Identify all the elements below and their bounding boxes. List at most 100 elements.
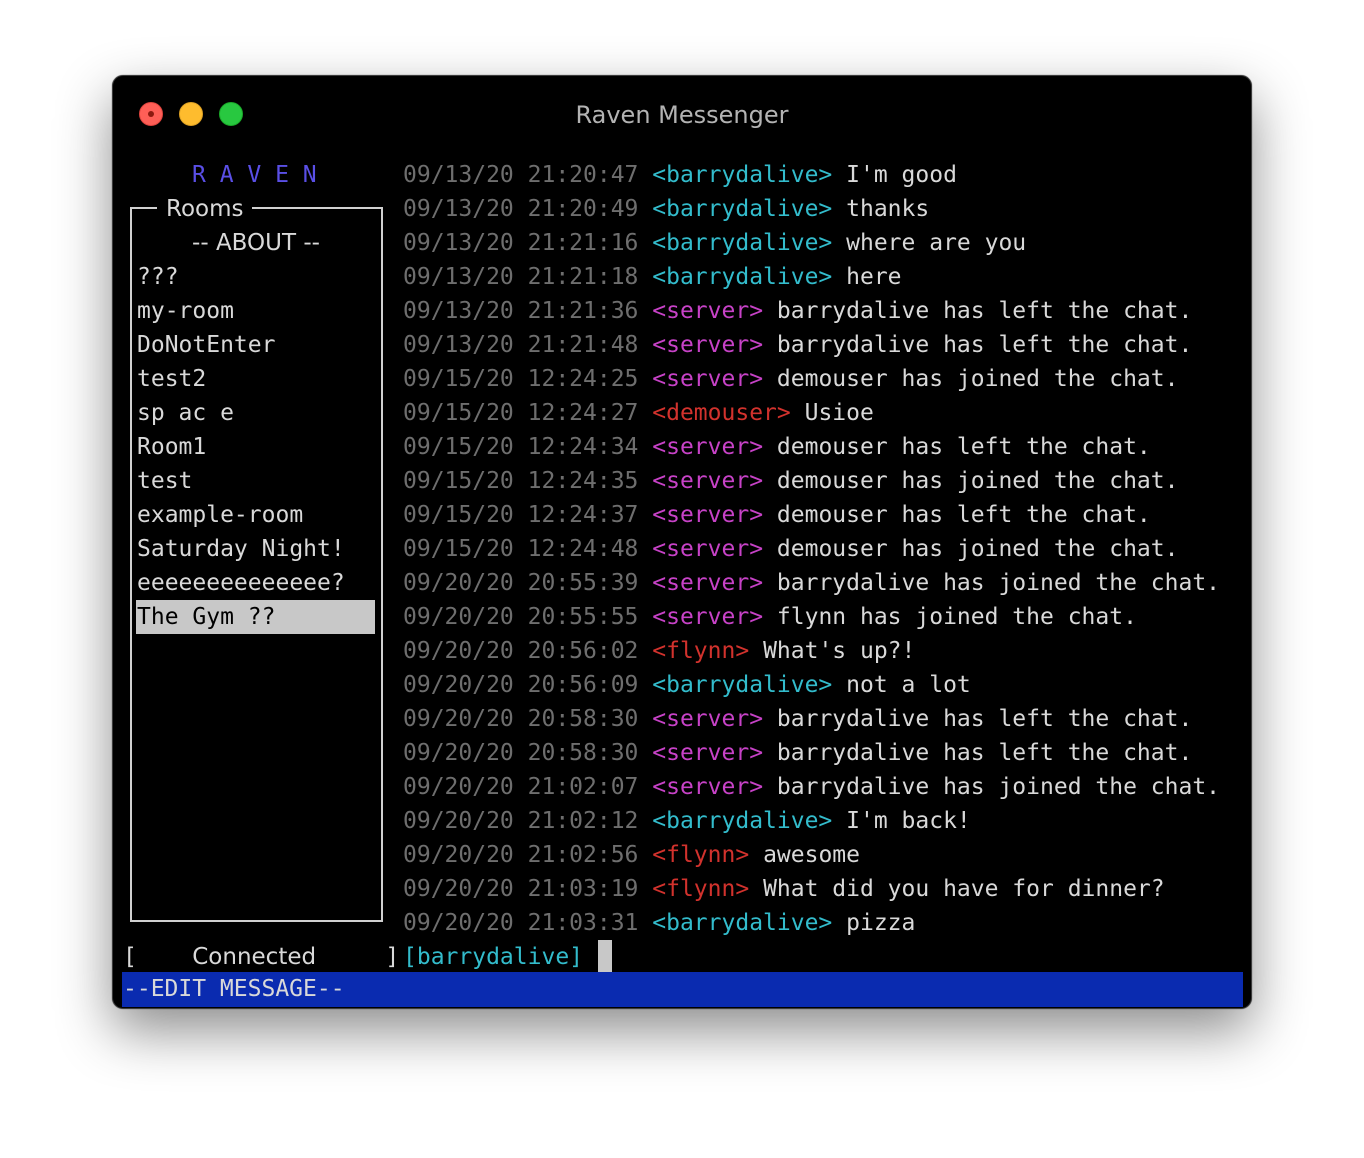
message-timestamp: 09/15/20 12:24:37: [403, 502, 639, 528]
room-item[interactable]: my-room: [136, 294, 375, 328]
message-timestamp: 09/15/20 12:24:48: [403, 536, 639, 562]
message-row: 09/13/20 21:20:47 <barrydalive> I'm good: [403, 158, 1243, 192]
message-author: <server>: [652, 570, 764, 596]
message-row: 09/13/20 21:20:49 <barrydalive> thanks: [403, 192, 1243, 226]
room-item[interactable]: sp ac e: [136, 396, 375, 430]
message-timestamp: 09/20/20 20:58:30: [403, 740, 639, 766]
message-text: Usioe: [804, 400, 874, 426]
message-text: I'm good: [846, 162, 957, 188]
message-author: <server>: [652, 468, 764, 494]
mode-bar: --EDIT MESSAGE--: [122, 972, 1243, 1007]
message-input-cursor[interactable]: [598, 940, 612, 972]
message-author: <server>: [652, 332, 764, 358]
message-timestamp: 09/20/20 21:02:12: [403, 808, 639, 834]
message-row: 09/20/20 20:56:09 <barrydalive> not a lo…: [403, 668, 1243, 702]
message-timestamp: 09/20/20 21:03:19: [403, 876, 639, 902]
room-item[interactable]: ???: [136, 260, 375, 294]
message-timestamp: 09/20/20 20:56:02: [403, 638, 639, 664]
message-author: <flynn>: [652, 876, 750, 902]
message-row: 09/15/20 12:24:35 <server> demouser has …: [403, 464, 1243, 498]
message-row: 09/13/20 21:21:48 <server> barrydalive h…: [403, 328, 1243, 362]
message-author: <barrydalive>: [652, 672, 833, 698]
message-row: 09/15/20 12:24:25 <server> demouser has …: [403, 362, 1243, 396]
message-text: demouser has left the chat.: [776, 434, 1151, 460]
message-timestamp: 09/15/20 12:24:27: [403, 400, 639, 426]
app-window: Raven Messenger R A V E N Rooms -- ABOUT…: [112, 75, 1252, 1009]
room-item-about[interactable]: -- ABOUT --: [136, 226, 375, 260]
message-text: What did you have for dinner?: [763, 876, 1165, 902]
message-timestamp: 09/20/20 20:58:30: [403, 706, 639, 732]
room-item[interactable]: test2: [136, 362, 375, 396]
message-author: <server>: [652, 434, 764, 460]
message-text: not a lot: [846, 672, 971, 698]
message-timestamp: 09/20/20 20:56:09: [403, 672, 639, 698]
message-row: 09/20/20 20:55:55 <server> flynn has joi…: [403, 600, 1243, 634]
message-text: thanks: [846, 196, 930, 222]
message-row: 09/15/20 12:24:37 <server> demouser has …: [403, 498, 1243, 532]
message-author: <flynn>: [652, 638, 750, 664]
message-text: What's up?!: [763, 638, 916, 664]
room-item[interactable]: eeeeeeeeeeeeee?: [136, 566, 375, 600]
message-author: <server>: [652, 502, 764, 528]
message-row: 09/20/20 21:03:19 <flynn> What did you h…: [403, 872, 1243, 906]
message-timestamp: 09/15/20 12:24:35: [403, 468, 639, 494]
message-author: <server>: [652, 536, 764, 562]
message-text: barrydalive has left the chat.: [776, 740, 1193, 766]
message-author: <flynn>: [652, 842, 750, 868]
message-author: <server>: [652, 298, 764, 324]
message-author: <barrydalive>: [652, 196, 833, 222]
message-author: <barrydalive>: [652, 264, 833, 290]
message-timestamp: 09/13/20 21:20:49: [403, 196, 639, 222]
message-author: <barrydalive>: [652, 230, 833, 256]
message-text: I'm back!: [846, 808, 971, 834]
message-timestamp: 09/15/20 12:24:25: [403, 366, 639, 392]
message-row: 09/20/20 21:02:07 <server> barrydalive h…: [403, 770, 1243, 804]
message-row: 09/15/20 12:24:34 <server> demouser has …: [403, 430, 1243, 464]
message-timestamp: 09/20/20 20:55:55: [403, 604, 639, 630]
message-timestamp: 09/13/20 21:21:18: [403, 264, 639, 290]
room-item[interactable]: test: [136, 464, 375, 498]
message-text: demouser has joined the chat.: [776, 366, 1179, 392]
message-log[interactable]: 09/13/20 21:20:47 <barrydalive> I'm good…: [403, 158, 1243, 940]
message-text: barrydalive has left the chat.: [776, 298, 1193, 324]
rooms-panel-title: Rooms: [157, 192, 253, 226]
message-row: 09/20/20 21:02:12 <barrydalive> I'm back…: [403, 804, 1243, 838]
message-row: 09/15/20 12:24:48 <server> demouser has …: [403, 532, 1243, 566]
message-row: 09/20/20 21:02:56 <flynn> awesome: [403, 838, 1243, 872]
message-row: 09/13/20 21:21:36 <server> barrydalive h…: [403, 294, 1243, 328]
message-row: 09/15/20 12:24:27 <demouser> Usioe: [403, 396, 1243, 430]
terminal-content: R A V E N Rooms -- ABOUT --??? my-room DoN…: [113, 76, 1251, 1008]
message-row: 09/20/20 20:55:39 <server> barrydalive h…: [403, 566, 1243, 600]
message-text: demouser has joined the chat.: [776, 536, 1179, 562]
room-item[interactable]: example-room: [136, 498, 375, 532]
message-row: 09/20/20 20:56:02 <flynn> What's up?!: [403, 634, 1243, 668]
room-item[interactable]: The Gym ??: [136, 600, 375, 634]
message-row: 09/13/20 21:21:18 <barrydalive> here: [403, 260, 1243, 294]
message-author: <demouser>: [652, 400, 791, 426]
message-author: <barrydalive>: [652, 910, 833, 936]
message-text: demouser has joined the chat.: [776, 468, 1179, 494]
message-author: <barrydalive>: [652, 808, 833, 834]
status-open-bracket: [: [123, 944, 137, 970]
message-author: <server>: [652, 740, 764, 766]
message-timestamp: 09/13/20 21:21:36: [403, 298, 639, 324]
status-close-bracket: ]: [385, 944, 400, 970]
message-text: where are you: [846, 230, 1027, 256]
message-author: <server>: [652, 366, 764, 392]
message-text: awesome: [763, 842, 860, 868]
connection-status: [ Connected ]: [123, 940, 399, 974]
message-row: 09/20/20 20:58:30 <server> barrydalive h…: [403, 736, 1243, 770]
room-list: -- ABOUT --??? my-room DoNotEnter test2 sp a…: [136, 226, 375, 634]
room-item[interactable]: DoNotEnter: [136, 328, 375, 362]
message-timestamp: 09/13/20 21:21:48: [403, 332, 639, 358]
message-text: demouser has left the chat.: [776, 502, 1151, 528]
message-timestamp: 09/20/20 21:02:07: [403, 774, 639, 800]
room-item[interactable]: Room1: [136, 430, 375, 464]
message-timestamp: 09/20/20 21:03:31: [403, 910, 639, 936]
message-text: barrydalive has left the chat.: [776, 332, 1193, 358]
message-author: <server>: [652, 604, 764, 630]
message-timestamp: 09/13/20 21:20:47: [403, 162, 639, 188]
message-text: flynn has joined the chat.: [776, 604, 1137, 630]
room-item[interactable]: Saturday Night!: [136, 532, 375, 566]
message-timestamp: 09/20/20 21:02:56: [403, 842, 639, 868]
